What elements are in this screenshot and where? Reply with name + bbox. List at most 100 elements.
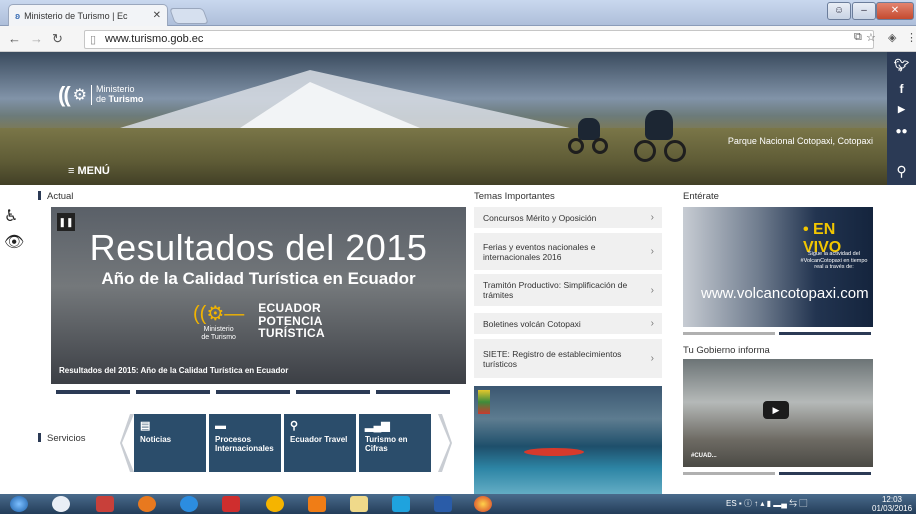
browser-tab[interactable]: ʚ Ministerio de Turismo | Ec ✕	[8, 4, 168, 26]
flickr-icon[interactable]: ●●	[887, 126, 916, 137]
kayak-shape	[524, 448, 584, 456]
kayak-photo[interactable]	[474, 386, 662, 496]
twitter-icon[interactable]: 🐦︎	[887, 58, 916, 72]
enterate-dot-active[interactable]	[779, 332, 871, 335]
ministry-small-logo: ((⚙— Ministerio de Turismo	[193, 301, 244, 341]
location-pin-icon: ⚲	[290, 420, 299, 432]
reload-icon[interactable]: ↻	[52, 31, 63, 47]
service-label: Noticias	[140, 434, 172, 444]
chevron-right-icon: ›	[650, 212, 654, 223]
app-icon[interactable]	[308, 496, 326, 512]
ministry-small-logo-line-1: Ministerio	[203, 326, 234, 333]
menu-button[interactable]: ≡ MENÚ	[68, 165, 110, 177]
app-icon[interactable]	[96, 496, 114, 512]
tema-label: Tramitón Productivo: Simplificación de t…	[483, 280, 628, 300]
service-tile-ecuador-travel[interactable]: ⚲ Ecuador Travel	[284, 414, 356, 472]
slider-subheadline: Año de la Calidad Turística en Ecuador	[101, 269, 416, 288]
bar-chart-icon: ▂▄▆	[365, 420, 390, 432]
section-temas: Temas Importantes	[474, 191, 555, 202]
menu-icon[interactable]: ⋮	[906, 31, 916, 44]
accessibility-icon[interactable]: ♿︎	[4, 206, 18, 226]
user-icon[interactable]: ☺	[827, 2, 851, 20]
tab-title: Ministerio de Turismo | Ec	[24, 10, 128, 21]
tema-item[interactable]: Boletines volcán Cotopaxi ›	[474, 313, 662, 335]
firefox-icon[interactable]	[138, 496, 156, 512]
tema-item[interactable]: Ferias y eventos nacionales e internacio…	[474, 233, 662, 271]
news-slider[interactable]: ❚❚ Resultados del 2015 Año de la Calidad…	[51, 207, 466, 384]
service-label: Turismo en Cifras	[365, 434, 408, 453]
eye-icon[interactable]: 👁︎	[4, 232, 24, 252]
url-text: www.turismo.gob.ec	[105, 33, 204, 45]
system-tray: ES ▪ ⓘ ↑ ▴ ▮ ▂▄ ⇆ ▢	[726, 499, 808, 508]
windows-taskbar: ES ▪ ⓘ ↑ ▴ ▮ ▂▄ ⇆ ▢ 12:03 01/03/2016	[0, 494, 916, 514]
document-icon: ▤	[140, 420, 151, 432]
new-tab-button[interactable]	[169, 8, 209, 24]
service-tile-noticias[interactable]: ▤ Noticias	[134, 414, 206, 472]
ie-icon[interactable]	[180, 496, 198, 512]
browser-toolbar: ← → ↻ ▯ www.turismo.gob.ec ⧉ ☆ ◈ ⋮	[0, 26, 916, 52]
slider-dot[interactable]	[376, 390, 450, 394]
service-tile-procesos[interactable]: ▬ Procesos Internacionales	[209, 414, 281, 472]
facebook-icon[interactable]: f	[887, 82, 916, 96]
gobierno-dot-active[interactable]	[779, 472, 871, 475]
ministry-small-logo-icon: ((⚙—	[193, 303, 245, 325]
service-label: Ecuador Travel	[290, 434, 348, 444]
carousel-next-icon[interactable]	[436, 414, 452, 472]
slider-logos: ((⚙— Ministerio de Turismo ECUADOR POTENC…	[193, 301, 325, 341]
close-window-button[interactable]: ✕	[876, 2, 914, 20]
app-icon[interactable]	[52, 496, 70, 512]
chevron-right-icon: ›	[650, 246, 654, 257]
slider-dot[interactable]	[136, 390, 210, 394]
enterate-dot-inactive[interactable]	[683, 332, 775, 335]
skype-icon[interactable]	[392, 496, 410, 512]
back-icon[interactable]: ←	[8, 31, 21, 46]
start-icon[interactable]	[10, 496, 28, 512]
clock[interactable]: 12:03 01/03/2016	[872, 495, 912, 513]
minimize-button[interactable]: ‒	[852, 2, 876, 20]
slider-dot[interactable]	[296, 390, 370, 394]
play-icon[interactable]: ▶	[763, 401, 789, 419]
gobierno-dot-inactive[interactable]	[683, 472, 775, 475]
live-url: www.volcancotopaxi.com	[701, 285, 869, 302]
hero-caption: Parque Nacional Cotopaxi, Cotopaxi	[727, 136, 873, 146]
app-icon[interactable]	[222, 496, 240, 512]
tema-item[interactable]: SIETE: Registro de establecimientos turí…	[474, 339, 662, 379]
app-icon[interactable]	[266, 496, 284, 512]
youtube-icon[interactable]: ▶	[887, 104, 916, 115]
service-label: Procesos Internacionales	[215, 434, 274, 453]
volcano-live-banner[interactable]: • EN VIVO Sigue la actividad del #Volcan…	[683, 207, 873, 327]
service-tile-cifras[interactable]: ▂▄▆ Turismo en Cifras	[359, 414, 431, 472]
close-tab-icon[interactable]: ✕	[153, 10, 161, 21]
ministry-logo[interactable]: (( ⚙ Ministerio de Turismo	[58, 82, 143, 108]
bike-wheel	[568, 138, 584, 154]
brand-line-3: TURÍSTICA	[258, 326, 325, 341]
logo-line-2-bold: Turismo	[108, 94, 144, 104]
slider-dot[interactable]	[216, 390, 290, 394]
badge-logo	[478, 390, 490, 414]
bike-wheel	[634, 140, 656, 162]
bookmark-star-icon[interactable]: ☆	[866, 31, 876, 44]
explorer-icon[interactable]	[350, 496, 368, 512]
tema-label: Concursos Mérito y Oposición	[483, 212, 597, 223]
clock-date: 01/03/2016	[872, 504, 913, 514]
chrome-icon[interactable]	[474, 496, 492, 512]
extension-icon[interactable]: ◈	[888, 31, 896, 44]
tema-item[interactable]: Tramitón Productivo: Simplificación de t…	[474, 274, 662, 307]
address-bar[interactable]: ▯ www.turismo.gob.ec	[84, 30, 874, 49]
section-marker	[38, 191, 41, 200]
language-indicator[interactable]: ES	[726, 499, 737, 508]
forward-icon[interactable]: →	[30, 31, 43, 46]
tema-label: Ferias y eventos nacionales e internacio…	[483, 241, 596, 262]
search-icon[interactable]: ⚲	[887, 158, 916, 185]
video-tag: #CUAD...	[691, 453, 717, 459]
translate-icon[interactable]: ⧉	[854, 31, 862, 44]
gobierno-video[interactable]: ▶ #CUAD...	[683, 359, 873, 467]
cyclist-1	[578, 118, 600, 140]
tema-label: SIETE: Registro de establecimientos turí…	[483, 348, 622, 369]
ministry-small-logo-text: Ministerio de Turismo	[193, 326, 244, 341]
slider-dot[interactable]	[56, 390, 130, 394]
word-icon[interactable]	[434, 496, 452, 512]
tema-item[interactable]: Concursos Mérito y Oposición ›	[474, 207, 662, 229]
logo-swoosh-icon: ((	[58, 82, 71, 107]
mountain-peak-shape	[240, 82, 420, 128]
